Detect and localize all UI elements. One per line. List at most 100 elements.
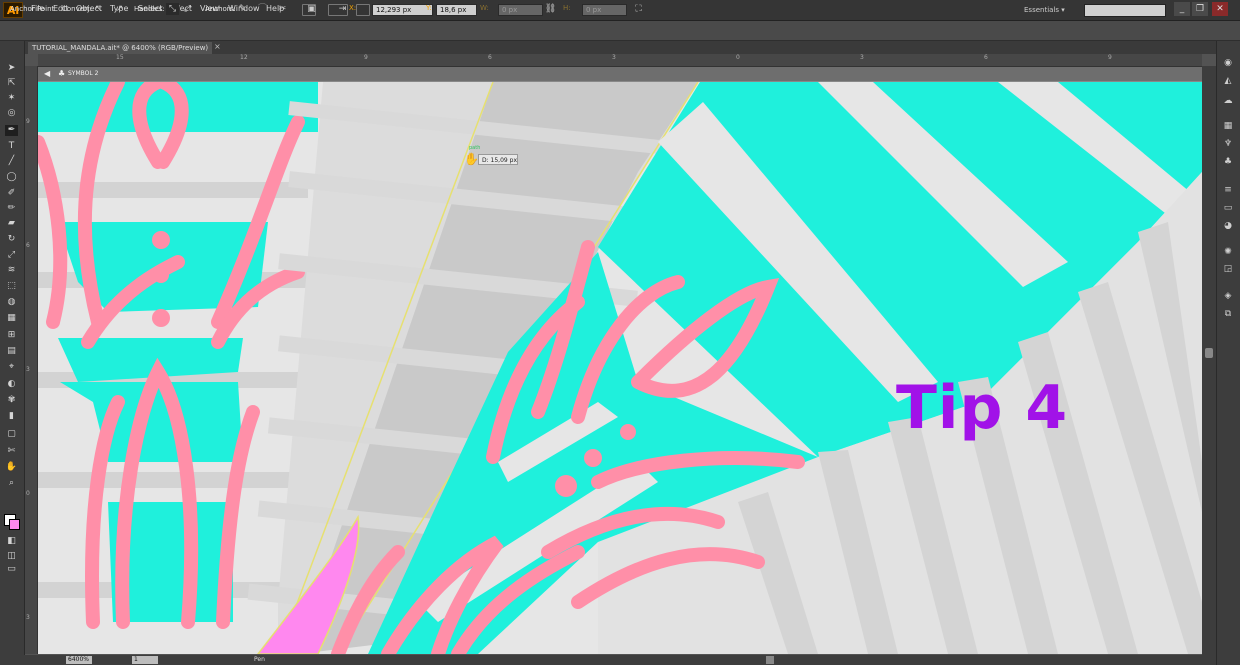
artboard-tool-icon[interactable]: ▢ xyxy=(5,429,18,440)
direct-selection-tool-icon[interactable]: ⇱ xyxy=(5,78,18,89)
graphic-styles-icon[interactable]: ◲ xyxy=(1221,263,1235,275)
free-transform-tool-icon[interactable]: ⬚ xyxy=(5,281,18,292)
width-tool-icon[interactable]: ≋ xyxy=(5,265,18,276)
document-tab[interactable]: TUTORIAL_MANDALA.ait* @ 6400% (RGB/Previ… xyxy=(28,42,213,54)
transform-icon[interactable]: ⛶ xyxy=(632,3,645,15)
drawing-mode-icon[interactable]: ◫ xyxy=(5,551,18,562)
ruler-tick: 3 xyxy=(860,54,864,61)
hand-tool-icon[interactable]: ✋ xyxy=(5,462,18,473)
symbol-sprayer-tool-icon[interactable]: ✾ xyxy=(5,395,18,406)
ruler-tick: 0 xyxy=(736,54,740,61)
column-graph-tool-icon[interactable]: ▮ xyxy=(5,411,18,422)
tool-status-label[interactable]: Pen xyxy=(254,656,265,663)
convert-smooth-icon[interactable]: ↗ xyxy=(113,3,126,15)
blend-tool-icon[interactable]: ◐ xyxy=(5,379,18,390)
align-anchor-icon[interactable]: ⇥ xyxy=(336,3,349,15)
rotate-tool-icon[interactable]: ↻ xyxy=(5,234,18,245)
pencil-tool-icon[interactable]: ✏ xyxy=(5,203,18,214)
x-field[interactable]: 12,293 px xyxy=(372,4,433,16)
swatches-icon[interactable]: ▦ xyxy=(1221,120,1235,132)
ruler-tick: 9 xyxy=(364,54,368,61)
stroke-swatch[interactable] xyxy=(9,519,20,530)
horizontal-scroll-thumb[interactable] xyxy=(766,656,774,664)
anchors-label: Anchors: xyxy=(205,5,236,13)
ruler-tick: 3 xyxy=(26,366,30,373)
ruler-tick: 6 xyxy=(26,242,30,249)
tool-name-label: Anchor Point xyxy=(10,5,55,13)
horizontal-ruler: 15 12 9 6 3 0 3 6 9 xyxy=(38,54,1202,67)
slice-tool-icon[interactable]: ✄ xyxy=(5,446,18,457)
w-field[interactable]: 0 px xyxy=(498,4,543,16)
cut-path-icon[interactable]: ✂ xyxy=(276,3,289,15)
appearance-icon[interactable]: ✺ xyxy=(1221,246,1235,258)
convert-label: Convert: xyxy=(62,5,93,13)
ruler-tick: 0 xyxy=(26,490,30,497)
canvas-artwork[interactable] xyxy=(38,82,1202,654)
convert-corner-icon[interactable]: ↖ xyxy=(92,3,105,15)
close-window-button[interactable]: ✕ xyxy=(1212,2,1228,16)
back-arrow-icon[interactable]: ◀ xyxy=(44,69,50,78)
mesh-tool-icon[interactable]: ⊞ xyxy=(5,330,18,341)
ellipse-tool-icon[interactable]: ◯ xyxy=(5,172,18,183)
selection-tool-icon[interactable]: ➤ xyxy=(5,63,18,74)
isolation-mode-bar xyxy=(38,67,1202,82)
link-icon[interactable]: ⛓ xyxy=(544,3,557,15)
gradient-tool-icon[interactable]: ▤ xyxy=(5,346,18,357)
tools-panel: ➤ ⇱ ✶ ◎ ✒ T ╱ ◯ ✐ ✏ ▰ ↻ ⤢ ≋ ⬚ ◍ ▦ ⊞ ▤ ⌖ … xyxy=(0,41,25,665)
artboard-field[interactable]: 1 xyxy=(132,656,158,664)
screen-mode-icon[interactable]: ▭ xyxy=(5,564,18,575)
paintbrush-tool-icon[interactable]: ✐ xyxy=(5,188,18,199)
ruler-tick: 3 xyxy=(26,614,30,621)
zoom-field[interactable]: 6400% xyxy=(66,656,92,664)
maximize-button[interactable]: ❐ xyxy=(1192,2,1208,16)
minimize-button[interactable]: _ xyxy=(1174,2,1190,16)
eraser-tool-icon[interactable]: ▰ xyxy=(5,218,18,229)
shape-builder-tool-icon[interactable]: ◍ xyxy=(5,297,18,308)
ruler-tick: 9 xyxy=(26,118,30,125)
search-help-input[interactable] xyxy=(1084,4,1166,17)
measure-tooltip: D: 15,09 px xyxy=(478,154,518,165)
workspace-switcher[interactable]: Essentials ▾ xyxy=(1024,3,1076,17)
gpu-performance-icon[interactable] xyxy=(356,4,370,16)
transparency-icon[interactable]: ◕ xyxy=(1221,220,1235,232)
perspective-grid-tool-icon[interactable]: ▦ xyxy=(5,313,18,324)
stroke-panel-icon[interactable]: ≡ xyxy=(1221,184,1235,196)
isolate-icon[interactable]: ▣ xyxy=(305,3,318,15)
w-label: W: xyxy=(480,4,489,12)
ruler-tick: 15 xyxy=(116,54,124,61)
lasso-tool-icon[interactable]: ◎ xyxy=(5,108,18,119)
y-field[interactable]: 18,6 px xyxy=(436,4,477,16)
pen-tool-icon[interactable]: ✒ xyxy=(5,125,18,136)
hide-handles-icon[interactable]: ⤢ xyxy=(181,3,194,15)
brushes-icon[interactable]: ♆ xyxy=(1221,138,1235,150)
h-label: H: xyxy=(563,4,571,12)
magic-wand-tool-icon[interactable]: ✶ xyxy=(5,93,18,104)
h-field[interactable]: 0 px xyxy=(582,4,627,16)
line-tool-icon[interactable]: ╱ xyxy=(5,156,18,167)
scale-tool-icon[interactable]: ⤢ xyxy=(5,250,18,261)
ruler-tick: 6 xyxy=(984,54,988,61)
zoom-tool-icon[interactable]: ⌕ xyxy=(5,478,18,489)
panel-dock xyxy=(1216,41,1240,665)
type-tool-icon[interactable]: T xyxy=(5,141,18,152)
libraries-icon[interactable]: ☁ xyxy=(1221,95,1235,107)
color-guide-icon[interactable]: ◭ xyxy=(1221,75,1235,87)
path-hint-label: path xyxy=(469,145,481,151)
y-label: Y: xyxy=(426,4,432,12)
eyedropper-tool-icon[interactable]: ⌖ xyxy=(5,362,18,373)
handles-label: Handles: xyxy=(134,5,165,13)
symbol-icon: ♣ xyxy=(58,69,66,78)
remove-anchor-icon[interactable]: ✎ xyxy=(236,3,249,15)
vertical-scrollbar[interactable] xyxy=(1202,66,1216,656)
artboards-icon[interactable]: ⧉ xyxy=(1221,308,1235,320)
layers-icon[interactable]: ◈ xyxy=(1221,290,1235,302)
ruler-tick: 12 xyxy=(240,54,248,61)
color-mode-icons[interactable]: ◧ xyxy=(5,536,18,547)
gradient-panel-icon[interactable]: ▭ xyxy=(1221,202,1235,214)
color-panel-icon[interactable]: ◉ xyxy=(1221,57,1235,69)
vertical-scroll-thumb[interactable] xyxy=(1205,348,1213,358)
close-tab-button[interactable]: × xyxy=(214,42,221,51)
show-handles-icon[interactable]: ⤡ xyxy=(166,3,179,15)
connect-anchor-icon[interactable]: ⌒ xyxy=(256,3,269,15)
symbols-icon[interactable]: ♣ xyxy=(1221,156,1235,168)
